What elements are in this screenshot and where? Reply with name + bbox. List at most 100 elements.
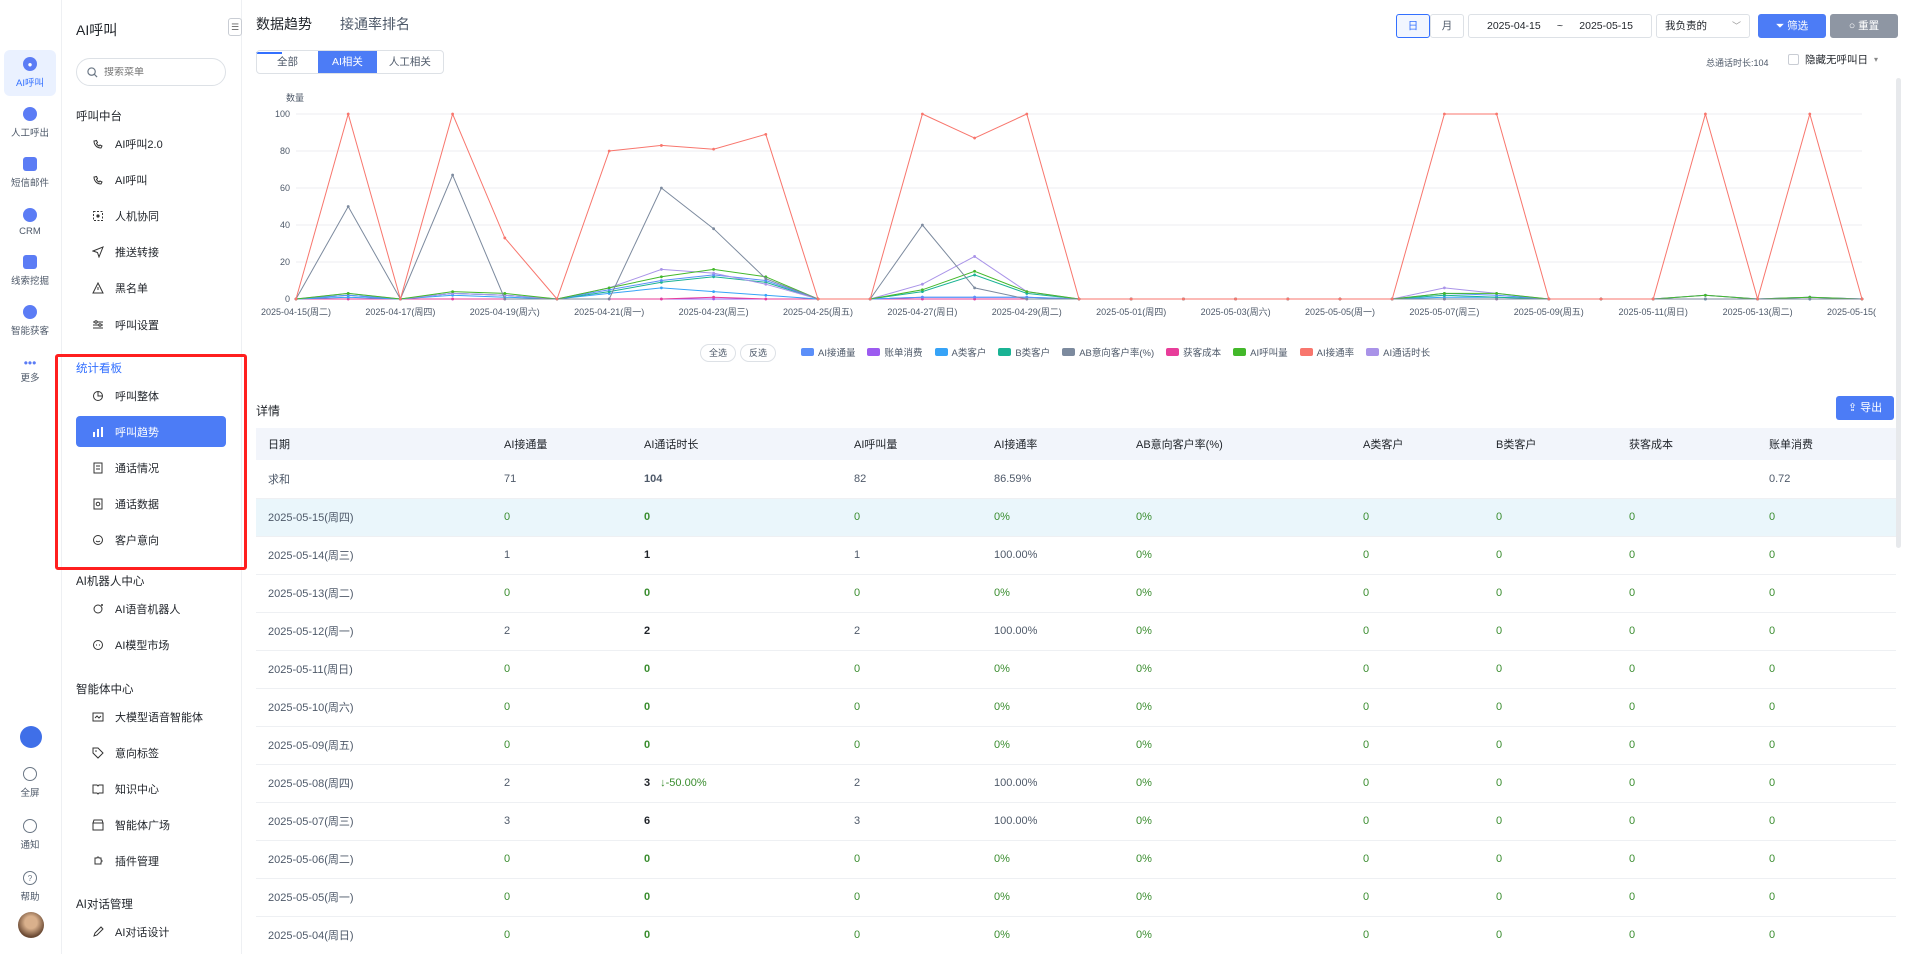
segment-manual[interactable]: 人工相关 [377,51,443,73]
sidebar-item[interactable]: 黑名单 [76,273,226,304]
month-button[interactable]: 月 [1430,14,1464,38]
sidebar-item[interactable]: AI语音机器人 [76,593,226,624]
sidebar-item[interactable]: 人机协同 [76,200,226,231]
collapse-icon[interactable]: ☰ [228,18,242,36]
column-header[interactable]: B类客户 [1484,428,1617,460]
table-cell: 0 [1617,574,1757,613]
data-point [1182,297,1185,301]
rail-label: CRM [19,225,41,237]
legend-item[interactable]: AB意向客户率(%) [1062,345,1154,359]
table-row[interactable]: 2025-05-04(周日) 0 0 0 0% 0% 0 0 0 0 [256,916,1896,954]
date-range-picker[interactable]: 2025-04-15 ~ 2025-05-15 [1468,14,1652,38]
legend-item[interactable]: 获客成本 [1166,345,1221,359]
rail-item-notify[interactable]: 通知 [4,812,56,858]
x-tick-label: 2025-05-01(周四) [1096,307,1166,317]
rail-item-help[interactable]: ? 帮助 [4,864,56,910]
sidebar-item[interactable]: 智能体广场 [76,810,226,841]
table-cell: 0 [842,498,982,537]
column-header[interactable]: AI接通率 [982,428,1124,460]
sidebar-item[interactable]: AI呼叫2.0 [76,128,226,159]
table-cell: 0% [1124,536,1351,575]
sidebar-item[interactable]: 插件管理 [76,846,226,877]
legend-item[interactable]: AI接通率 [1299,345,1354,359]
highlight-box [55,354,247,570]
reset-button[interactable]: ○ 重置 [1830,14,1898,38]
sidebar-search[interactable] [76,58,226,86]
column-header[interactable]: 账单消费 [1757,428,1896,460]
rail-item-lead-mining[interactable]: 线索挖掘 [4,248,56,294]
tab-connect-rank[interactable]: 接通率排名 [340,14,410,34]
sidebar-item[interactable]: 意向标签 [76,737,226,768]
sidebar-item[interactable]: 呼叫设置 [76,309,226,340]
rail-item-smart-acquire[interactable]: 智能获客 [4,298,56,344]
day-button[interactable]: 日 [1396,14,1430,38]
column-header[interactable]: A类客户 [1351,428,1484,460]
chart-legend: AI接通量 账单消费 A类客户 B类客户 AB意向客户率(%) 获客成本 AI呼叫量 AI接通… [801,345,1442,359]
table-cell: 2025-05-14(周三) [256,536,492,575]
segment-all[interactable]: 全部 [257,51,318,73]
cell-value: 100.00% [994,549,1038,561]
checkbox[interactable] [1788,54,1799,65]
sidebar-item[interactable]: 大模型语音智能体 [76,701,226,732]
legend-invert[interactable]: 反选 [740,344,777,362]
table-row[interactable]: 2025-05-07(周三) 3 6 3 100.00% 0% 0 0 0 0 [256,802,1896,841]
rail-item-ai-call[interactable]: ● AI呼叫 [4,50,56,96]
cell-value: 0% [1136,663,1152,675]
sidebar-item[interactable]: 推送转接 [76,237,226,268]
cell-value: 1 [644,549,651,561]
filter-button[interactable]: ⏷ 筛选 [1758,14,1826,38]
sidebar-item[interactable]: 知识中心 [76,773,226,804]
table-row[interactable]: 2025-05-14(周三) 1 1 1 100.00% 0% 0 0 0 0 [256,536,1896,575]
owner-select[interactable]: 我负责的 ﹀ [1656,14,1750,38]
cell-value: 0 [1496,739,1503,751]
data-point [503,292,507,295]
tab-data-trend[interactable]: 数据趋势 [256,14,312,54]
legend-select-all[interactable]: 全选 [700,344,737,362]
assistant-icon[interactable] [20,726,42,748]
column-header[interactable]: AI呼叫量 [842,428,982,460]
legend-item[interactable]: 账单消费 [867,345,923,359]
table-row[interactable]: 2025-05-12(周一) 2 2 2 100.00% 0% 0 0 0 0 [256,612,1896,651]
scrollbar[interactable] [1896,78,1901,548]
table-row[interactable]: 2025-05-06(周二) 0 0 0 0% 0% 0 0 0 0 [256,840,1896,879]
legend-item[interactable]: AI通话时长 [1366,345,1430,359]
table-row[interactable]: 2025-05-05(周一) 0 0 0 0% 0% 0 0 0 0 [256,878,1896,917]
export-button[interactable]: ⇪ 导出 [1836,396,1894,420]
rail-item-more[interactable]: ••• 更多 [4,348,56,394]
column-header[interactable]: AB意向客户率(%) [1124,428,1351,460]
column-header[interactable]: AI接通量 [492,428,632,460]
search-input[interactable] [104,66,214,78]
hide-no-call-toggle[interactable]: 隐藏无呼叫日 ▾ [1788,52,1878,67]
table-cell: 0 [632,840,842,879]
avatar[interactable] [18,912,44,938]
table-cell: 0 [1757,726,1896,765]
rail-item-manual-call[interactable]: 人工呼出 [4,100,56,146]
segment-ai[interactable]: AI相关 [318,51,377,73]
table-cell: 2025-05-09(周五) [256,726,492,765]
legend-item[interactable]: AI接通量 [801,345,855,359]
segment-control: 全部 AI相关 人工相关 [256,50,444,74]
data-point [346,112,350,116]
table-cell: 2 [842,612,982,651]
legend-item[interactable]: B类客户 [998,345,1050,359]
sidebar-item[interactable]: AI呼叫 [76,164,226,195]
rail-item-sms-email[interactable]: 短信邮件 [4,150,56,196]
column-header[interactable]: 获客成本 [1617,428,1757,460]
table-row[interactable]: 2025-05-11(周日) 0 0 0 0% 0% 0 0 0 0 [256,650,1896,689]
table-row[interactable]: 2025-05-15(周四) 0 0 0 0% 0% 0 0 0 0 [256,498,1896,537]
table-cell: 0 [1757,764,1896,803]
table-row[interactable]: 2025-05-13(周二) 0 0 0 0% 0% 0 0 0 0 [256,574,1896,613]
rail-item-fullscreen[interactable]: 全屏 [4,760,56,806]
data-point [973,136,976,140]
legend-item[interactable]: AI呼叫量 [1233,345,1288,359]
sidebar-item[interactable]: AI对话设计 [76,916,226,947]
column-header[interactable]: 日期 [256,428,492,460]
table-row[interactable]: 2025-05-08(周四) 2 3 ↓-50.00% 2 100.00% 0% 0 0 0 0 [256,764,1896,803]
sidebar-item[interactable]: AI模型市场 [76,629,226,660]
rail-item-crm[interactable]: CRM [4,199,56,245]
legend-item[interactable]: A类客户 [934,345,986,359]
table-row[interactable]: 2025-05-09(周五) 0 0 0 0% 0% 0 0 0 0 [256,726,1896,765]
column-header[interactable]: AI通话时长 [632,428,842,460]
table-row[interactable]: 2025-05-10(周六) 0 0 0 0% 0% 0 0 0 0 [256,688,1896,727]
cell-value: 0% [1136,891,1152,903]
